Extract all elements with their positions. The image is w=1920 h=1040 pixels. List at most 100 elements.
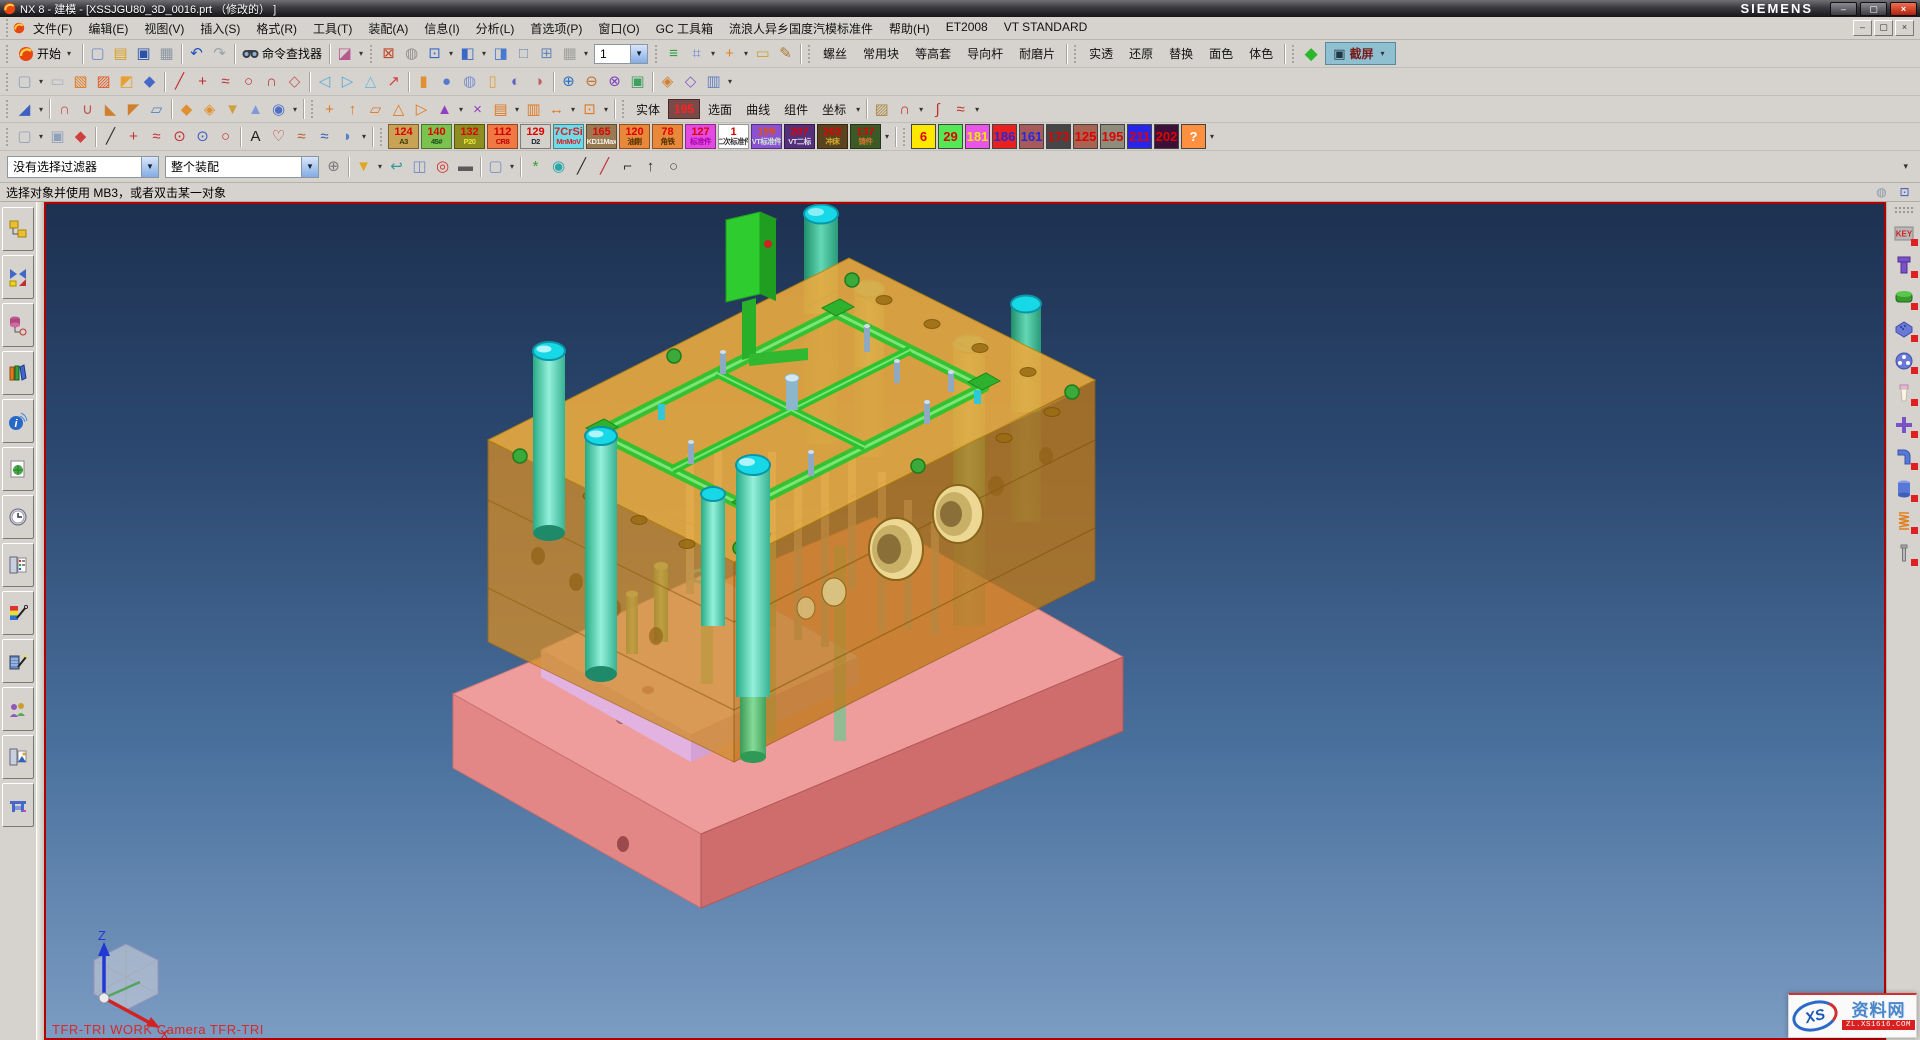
menu-item-analysis[interactable]: 分析(L) <box>468 18 523 39</box>
offset-face-icon[interactable]: ▱ <box>145 98 168 121</box>
cone-feature-icon[interactable]: ▨ <box>92 70 115 93</box>
pan-hand-icon[interactable]: ▬ <box>454 155 477 178</box>
start-dropdown-icon[interactable]: ▾ <box>64 49 74 58</box>
dropdown-arrow-icon[interactable]: ▾ <box>36 132 46 141</box>
std-part-button-0[interactable]: 螺丝 <box>816 43 854 64</box>
std-part-button-4[interactable]: 耐磨片 <box>1012 43 1062 64</box>
move-face-icon[interactable]: + <box>318 98 341 121</box>
spline-tool-icon[interactable]: ≈ <box>214 70 237 93</box>
toolbar-overflow-icon[interactable]: ▾ <box>1903 161 1908 172</box>
menu-item-help[interactable]: 帮助(H) <box>881 18 938 39</box>
undo-selection-icon[interactable]: ↩ <box>385 155 408 178</box>
dropdown-arrow-icon[interactable]: ▾ <box>36 77 46 86</box>
revolved-section-icon[interactable]: ◗ <box>336 125 359 148</box>
restore-button[interactable]: ▢ <box>1874 20 1893 36</box>
revolve-icon[interactable]: ◍ <box>458 70 481 93</box>
resize-face-icon[interactable]: ▷ <box>410 98 433 121</box>
sketch-spline-icon[interactable]: ≈ <box>145 125 168 148</box>
wrench-tool-icon[interactable]: ▨ <box>870 98 893 121</box>
material-button-1[interactable]: 1二次标准件 <box>718 124 749 149</box>
material-button-127[interactable]: 127标准件 <box>685 124 716 149</box>
dropdown-arrow-icon[interactable]: ▾ <box>356 49 366 58</box>
parts-bar-grip[interactable] <box>1894 206 1914 213</box>
history-tab[interactable] <box>2 495 34 539</box>
scope-button-曲线[interactable]: 曲线 <box>740 99 776 120</box>
standard-part-angled-tube[interactable] <box>1890 443 1918 470</box>
quick-button-6[interactable]: 6 <box>911 124 936 149</box>
material-button-78[interactable]: 78角铁 <box>652 124 683 149</box>
datum-sail3-icon[interactable]: △ <box>359 70 382 93</box>
part-list-icon[interactable]: ≡ <box>662 42 685 65</box>
menu-item-gc-toolbox[interactable]: GC 工具箱 <box>648 18 721 39</box>
flow-curve-icon[interactable]: ≈ <box>313 125 336 148</box>
point-tool-icon[interactable]: + <box>191 70 214 93</box>
edge-blend-icon[interactable]: ∩ <box>53 98 76 121</box>
material-button-207[interactable]: 207VT二标 <box>784 124 815 149</box>
menu-item-file[interactable]: 文件(F) <box>25 18 80 39</box>
concentric-circle-icon[interactable]: ⊙ <box>191 125 214 148</box>
shell-icon[interactable]: ◤ <box>122 98 145 121</box>
copy-face-icon[interactable]: ▤ <box>489 98 512 121</box>
dropdown-arrow-icon[interactable]: ▾ <box>708 49 718 58</box>
half-shaded-view-icon[interactable]: ◧ <box>456 42 479 65</box>
dropdown-arrow-icon[interactable]: ▾ <box>601 105 611 114</box>
dropdown-arrow-icon[interactable]: ▾ <box>972 105 982 114</box>
quick-button-?[interactable]: ? <box>1181 124 1206 149</box>
menu-item-format[interactable]: 格式(R) <box>248 18 305 39</box>
toolbar-grip[interactable] <box>621 99 626 119</box>
type-filter-combo[interactable]: 没有选择过滤器 ▼ <box>7 156 159 178</box>
hd3d-tools-tab[interactable] <box>2 447 34 491</box>
artistic-curve-icon[interactable]: ♡ <box>267 125 290 148</box>
polygon-tool-icon[interactable]: ◇ <box>283 70 306 93</box>
selection-funnel-icon[interactable]: ▼ <box>352 155 375 178</box>
dropdown-arrow-icon[interactable]: ▾ <box>375 162 385 171</box>
pattern-icon[interactable]: ▣ <box>626 70 649 93</box>
toolbar-grip[interactable] <box>5 99 10 119</box>
dropdown-arrow-icon[interactable]: ▾ <box>568 105 578 114</box>
save-icon[interactable]: ▣ <box>132 42 155 65</box>
toolbar-grip[interactable] <box>902 127 907 147</box>
sheet-icon[interactable]: ▢ <box>13 70 36 93</box>
scope-button-组件[interactable]: 组件 <box>778 99 814 120</box>
pull-face-icon[interactable]: ↑ <box>341 98 364 121</box>
datum-plane-icon[interactable]: ◆ <box>138 70 161 93</box>
dropdown-arrow-icon[interactable]: ▾ <box>916 105 926 114</box>
print-icon[interactable]: ▦ <box>155 42 178 65</box>
screen-capture-button[interactable]: ▣ 截屏 ▾ <box>1325 42 1395 65</box>
display-button-0[interactable]: 实透 <box>1082 43 1120 64</box>
orient-sphere-icon[interactable]: ◍ <box>400 42 423 65</box>
redo-icon[interactable]: ↷ <box>208 42 231 65</box>
display-button-3[interactable]: 面色 <box>1202 43 1240 64</box>
layer-combo[interactable]: 1 ▼ <box>594 44 648 64</box>
menu-item-insert[interactable]: 插入(S) <box>192 18 248 39</box>
dropdown-arrow-icon[interactable]: ▾ <box>479 49 489 58</box>
datum-sail-icon[interactable]: ◁ <box>313 70 336 93</box>
standard-part-cylinder[interactable] <box>1890 475 1918 502</box>
snap-curve-icon[interactable]: ⌐ <box>616 155 639 178</box>
pocket-icon[interactable]: ◈ <box>198 98 221 121</box>
drawing-sheet-icon[interactable]: ▢ <box>13 125 36 148</box>
start-button[interactable]: 开始 ▾ <box>13 43 79 64</box>
split-body-icon[interactable]: ◑ <box>527 70 550 93</box>
scope-button-195[interactable]: 195 <box>668 99 700 119</box>
menu-item-assemblies[interactable]: 装配(A) <box>360 18 416 39</box>
standard-part-sprue-bushing[interactable] <box>1890 379 1918 406</box>
snap-endpoint-icon[interactable]: ╱ <box>570 155 593 178</box>
assembly-constraint-icon[interactable]: ◇ <box>679 70 702 93</box>
scene-builder-tab[interactable] <box>2 639 34 683</box>
dropdown-arrow-icon[interactable]: ▾ <box>507 162 517 171</box>
structure-tree-icon[interactable]: ⌗ <box>685 42 708 65</box>
trim-body-icon[interactable]: ◐ <box>504 70 527 93</box>
text-tool-icon[interactable]: A <box>244 125 267 148</box>
sketch-line-icon[interactable]: ╱ <box>99 125 122 148</box>
material-button-132[interactable]: 132P20 <box>454 124 485 149</box>
quick-button-195[interactable]: 195 <box>1100 124 1125 149</box>
material-button-124[interactable]: 124A3 <box>388 124 419 149</box>
materials-dropdown-icon[interactable]: ▾ <box>882 132 892 141</box>
minimize-button[interactable]: – <box>1830 2 1857 16</box>
sketch-point-icon[interactable]: + <box>122 125 145 148</box>
material-button-202[interactable]: 202冲床 <box>817 124 848 149</box>
background-icon[interactable]: ▦ <box>558 42 581 65</box>
wireframe-view-icon[interactable]: □ <box>512 42 535 65</box>
delete-face-icon[interactable]: ▲ <box>433 98 456 121</box>
